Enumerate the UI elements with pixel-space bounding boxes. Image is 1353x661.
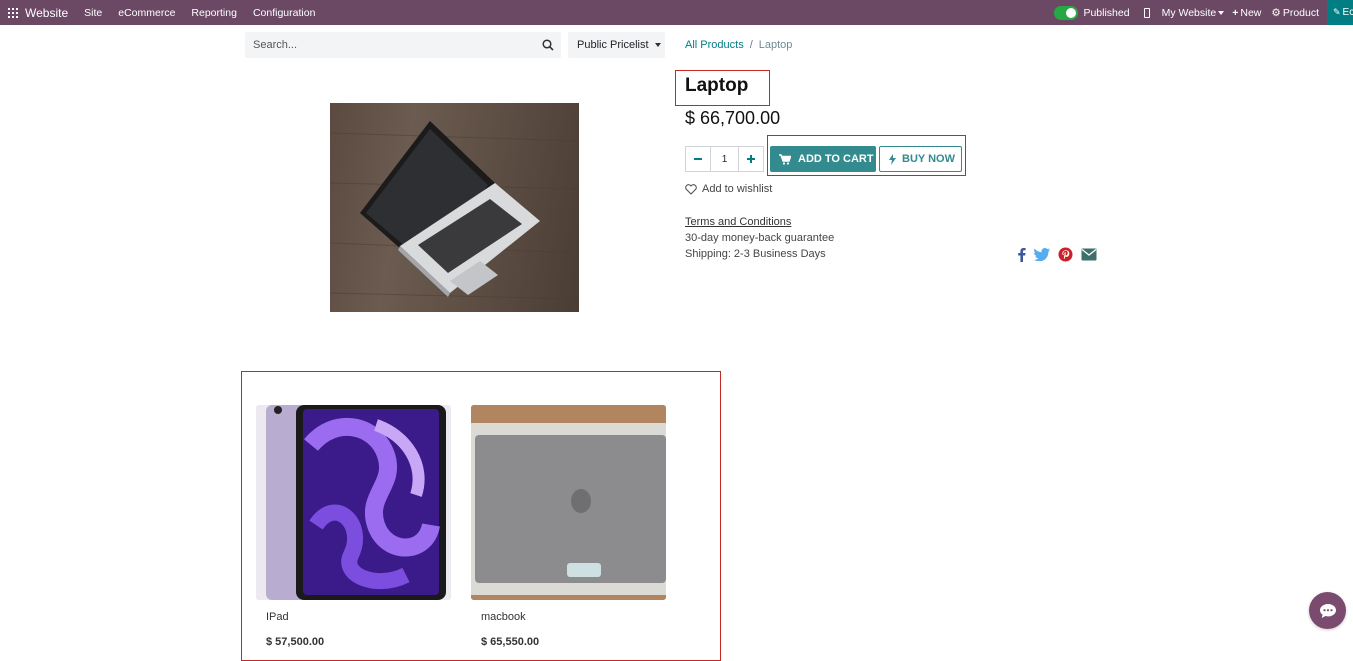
menu-configuration[interactable]: Configuration xyxy=(253,7,315,19)
pricelist-label: Public Pricelist xyxy=(577,39,649,51)
breadcrumb: All Products / Laptop xyxy=(685,39,792,51)
envelope-icon[interactable] xyxy=(1081,246,1097,262)
edit-button[interactable]: ✎ Ec xyxy=(1327,0,1353,25)
guarantee-text: 30-day money-back guarantee xyxy=(685,232,835,244)
breadcrumb-current: Laptop xyxy=(758,39,793,51)
app-brand[interactable]: Website xyxy=(25,6,68,20)
product-card-price-macbook: $ 65,550.00 xyxy=(481,636,540,648)
menu-site[interactable]: Site xyxy=(84,7,102,19)
edit-label: Ec xyxy=(1342,7,1353,18)
increase-quantity-button[interactable] xyxy=(738,146,764,172)
chat-bubble-icon xyxy=(1319,603,1336,618)
product-image[interactable] xyxy=(330,103,579,312)
pencil-icon: ✎ xyxy=(1333,7,1341,17)
product-card-name-macbook[interactable]: macbook xyxy=(481,611,526,623)
plus-icon: + xyxy=(1232,6,1239,19)
new-label: New xyxy=(1240,6,1262,19)
menu-ecommerce[interactable]: eCommerce xyxy=(118,7,175,19)
facebook-icon[interactable] xyxy=(1017,246,1026,262)
heart-icon xyxy=(685,183,697,195)
menu-reporting[interactable]: Reporting xyxy=(191,7,237,19)
product-button[interactable]: ⚙ Product xyxy=(1271,7,1319,19)
add-to-cart-label: ADD TO CART xyxy=(798,153,874,165)
shipping-text: Shipping: 2-3 Business Days xyxy=(685,248,826,260)
mobile-preview-icon[interactable] xyxy=(1143,7,1150,18)
published-label[interactable]: Published xyxy=(1083,7,1129,19)
shopping-cart-icon xyxy=(779,153,791,165)
wishlist-label: Add to wishlist xyxy=(702,183,773,195)
new-button[interactable]: + New xyxy=(1232,7,1261,19)
pinterest-icon[interactable] xyxy=(1058,246,1073,262)
admin-navbar: Website Site eCommerce Reporting Configu… xyxy=(0,0,1353,25)
my-website-dropdown[interactable]: My Website xyxy=(1162,7,1225,19)
breadcrumb-all-products[interactable]: All Products xyxy=(685,39,744,51)
breadcrumb-separator: / xyxy=(749,39,753,51)
decrease-quantity-button[interactable] xyxy=(685,146,711,172)
alternative-products-section: IPad $ 57,500.00 macbook $ 65,550.00 xyxy=(241,371,721,661)
buy-now-label: BUY NOW xyxy=(902,153,955,165)
twitter-icon[interactable] xyxy=(1034,246,1050,262)
product-search xyxy=(245,32,561,58)
terms-link[interactable]: Terms and Conditions xyxy=(685,216,791,228)
add-to-cart-button[interactable]: ADD TO CART xyxy=(770,146,876,172)
my-website-label: My Website xyxy=(1161,6,1217,19)
quantity-field[interactable]: 1 xyxy=(711,146,738,172)
add-to-wishlist-link[interactable]: Add to wishlist xyxy=(685,183,772,195)
share-links xyxy=(1017,246,1097,262)
product-title: Laptop xyxy=(685,75,749,96)
gear-icon: ⚙ xyxy=(1271,6,1281,19)
product-card-name-ipad[interactable]: IPad xyxy=(266,611,289,623)
quantity-stepper: 1 xyxy=(685,146,764,172)
product-price: $ 66,700.00 xyxy=(685,108,781,128)
product-label: Product xyxy=(1282,6,1319,19)
published-toggle[interactable] xyxy=(1054,5,1079,20)
caret-down-icon xyxy=(654,43,661,47)
apps-grid-icon[interactable] xyxy=(8,7,18,18)
caret-down-icon xyxy=(1218,10,1225,15)
product-card-image-macbook[interactable] xyxy=(471,405,666,600)
bolt-icon xyxy=(889,153,896,165)
product-card-price-ipad: $ 57,500.00 xyxy=(266,636,325,648)
search-icon[interactable] xyxy=(535,32,561,58)
navbar-right: Published My Website + New ⚙ Product ✎ Ec xyxy=(1054,0,1353,25)
live-chat-button[interactable] xyxy=(1309,592,1346,629)
product-card-image-ipad[interactable] xyxy=(256,405,451,600)
pricelist-dropdown[interactable]: Public Pricelist xyxy=(568,32,665,58)
search-input[interactable] xyxy=(245,39,535,51)
buy-now-button[interactable]: BUY NOW xyxy=(879,146,962,172)
